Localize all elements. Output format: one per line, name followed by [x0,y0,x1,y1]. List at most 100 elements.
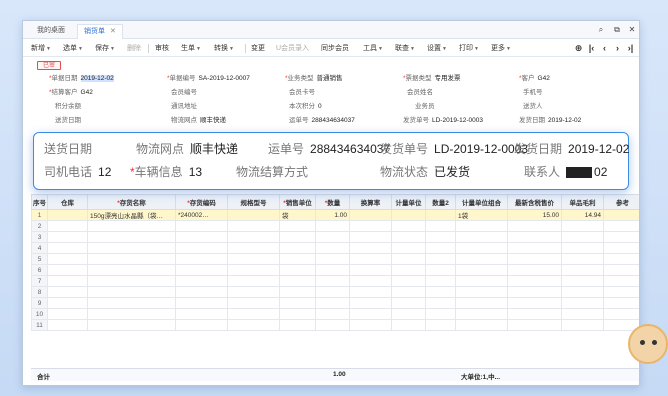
ship-date-small2-field[interactable]: 发货日期 2019-12-02 [519,116,581,125]
table-cell[interactable] [87,275,176,287]
table-cell[interactable] [455,308,508,320]
change-button[interactable]: 变更 [251,43,265,55]
table-cell[interactable] [603,242,639,254]
table-cell[interactable] [425,297,456,309]
table-cell[interactable] [425,286,456,298]
biz-type-field[interactable]: *业务类型 普通销售 [285,74,343,83]
table-row[interactable]: 11 [31,319,639,331]
customer-field[interactable]: *客户 G42 [519,74,550,83]
table-cell[interactable] [507,231,562,243]
table-cell[interactable] [175,242,228,254]
table-cell[interactable] [391,319,426,331]
table-row[interactable]: 10 [31,308,639,320]
table-cell[interactable] [279,297,316,309]
settle-customer-field[interactable]: *结算客户 G42 [49,88,93,97]
table-cell[interactable] [561,231,604,243]
table-cell[interactable] [47,220,88,232]
table-cell[interactable]: 1.00 [315,209,350,221]
table-cell[interactable] [561,242,604,254]
table-cell[interactable] [175,308,228,320]
table-cell[interactable] [47,319,88,331]
table-cell[interactable] [603,231,639,243]
member-no-field[interactable]: 会员编号 [171,88,197,97]
table-cell[interactable] [47,253,88,265]
table-cell[interactable] [87,308,176,320]
logistics-point-small-field[interactable]: 物流网点 顺丰快递 [171,116,226,125]
table-cell[interactable]: *240002… [175,209,228,221]
zoom-waybill[interactable]: 运单号 288434634037 [268,141,390,157]
table-cell[interactable] [391,275,426,287]
table-cell[interactable] [349,209,392,221]
table-cell[interactable] [455,297,508,309]
table-cell[interactable] [507,220,562,232]
table-cell[interactable] [391,220,426,232]
table-cell[interactable] [561,264,604,276]
settings-button[interactable]: 设置▼ [427,43,447,55]
col-header-reference[interactable]: 参考 [603,194,639,210]
table-cell[interactable] [391,286,426,298]
prev-record-button[interactable]: ‹ [599,42,610,54]
waybill-small-field[interactable]: 运单号 288434634037 [289,116,355,125]
table-cell[interactable] [391,308,426,320]
table-cell[interactable] [47,275,88,287]
invoice-type-field[interactable]: *票据类型 专用发票 [403,74,461,83]
table-cell[interactable] [425,242,456,254]
address-field[interactable]: 通讯地址 [171,102,197,111]
table-cell[interactable] [455,220,508,232]
table-cell[interactable] [279,319,316,331]
table-cell[interactable] [315,231,350,243]
table-cell[interactable] [315,319,350,331]
delivery-person-field[interactable]: 送货人 [523,102,543,111]
next-record-button[interactable]: › [612,42,623,54]
col-header-seq[interactable]: 序号 [31,194,48,210]
table-cell[interactable] [279,286,316,298]
more-button[interactable]: 更多▼ [491,43,511,55]
query-button[interactable]: 联查▼ [395,43,415,55]
phone-field[interactable]: 手机号 [523,88,543,97]
table-cell[interactable] [227,286,280,298]
table-cell[interactable] [87,297,176,309]
table-cell[interactable] [349,275,392,287]
table-cell[interactable] [315,286,350,298]
table-cell[interactable] [455,286,508,298]
close-icon[interactable]: ✕ [110,28,116,35]
restore-icon[interactable]: ⧉ [611,24,623,36]
table-row[interactable]: 7 [31,275,639,287]
doc-date-field[interactable]: *单据日期 2019-12-02 [49,74,114,83]
zoom-settle-method[interactable]: 物流结算方式 [236,164,308,180]
delete-button[interactable]: 删除 [127,43,141,55]
table-cell[interactable] [561,253,604,265]
salesman-field[interactable]: 业务员 [415,102,435,111]
table-cell[interactable] [227,308,280,320]
table-cell[interactable] [507,242,562,254]
table-cell[interactable] [425,253,456,265]
table-cell[interactable] [425,264,456,276]
ship-no-small-field[interactable]: 发货单号 LD-2019-12-0003 [403,116,483,125]
table-cell[interactable] [227,220,280,232]
attachment-icon[interactable]: ⊕ [573,42,584,54]
table-cell[interactable] [175,286,228,298]
assistant-avatar[interactable] [628,324,668,364]
table-row[interactable]: 4 [31,242,639,254]
col-header-qty[interactable]: *数量 [315,194,350,210]
table-cell[interactable] [349,253,392,265]
table-cell[interactable] [87,231,176,243]
table-cell[interactable] [349,308,392,320]
table-cell[interactable] [175,264,228,276]
zoom-logistics-point[interactable]: 物流网点 顺丰快递 [136,141,238,157]
table-cell[interactable] [425,220,456,232]
table-cell[interactable]: 1袋 [455,209,508,221]
col-header-item-name[interactable]: *存货名称 [87,194,176,210]
table-cell[interactable] [425,275,456,287]
table-cell[interactable] [175,231,228,243]
table-cell[interactable] [603,308,639,320]
last-record-button[interactable]: ›| [625,42,636,54]
table-cell[interactable] [227,231,280,243]
table-cell[interactable] [603,220,639,232]
table-cell[interactable] [315,275,350,287]
table-cell[interactable] [425,231,456,243]
table-cell[interactable] [315,297,350,309]
table-cell[interactable] [391,231,426,243]
table-cell[interactable] [279,264,316,276]
table-cell[interactable] [315,253,350,265]
